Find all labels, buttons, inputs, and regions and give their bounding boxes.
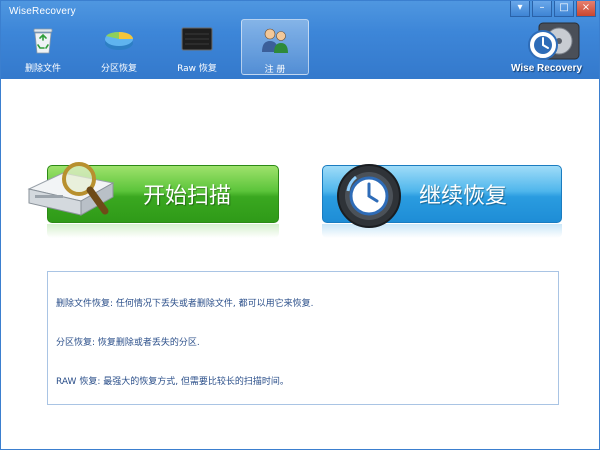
tab-label: 删除文件 [24,64,61,74]
tab-label: 分区恢复 [100,64,137,74]
brand-name: Wise Recovery [511,63,583,74]
tab-deleted-files[interactable]: 删除文件 [9,19,77,75]
close-button[interactable]: × [576,1,596,17]
partition-pie-icon [105,31,133,50]
feature-description-panel: 删除文件恢复: 任何情况下丢失或者删除文件, 都可以用它来恢复. 分区恢复: 恢… [47,271,559,405]
users-register-icon [262,28,288,53]
minimize-button[interactable]: – [532,1,552,17]
resume-recovery-label: 继续恢复 [419,184,508,209]
recycle-bin-icon [33,28,53,54]
drive-magnifier-icon [27,162,115,216]
title-bar: WiseRecovery ▾ – □ × 删除文件 分区恢复 Raw 恢复 注 … [1,1,599,79]
tab-label: Raw 恢复 [177,64,217,74]
maximize-button[interactable]: □ [554,1,574,17]
menu-control-button[interactable]: ▾ [510,1,530,17]
tab-partition-recovery[interactable]: 分区恢复 [85,19,153,75]
description-raw-recovery: RAW 恢复: 最强大的恢复方式, 但需要比较长的扫描时间。 [56,377,289,387]
tab-label: 注 册 [264,65,286,75]
tab-register[interactable]: 注 册 [241,19,309,75]
tab-raw-recovery[interactable]: Raw 恢复 [163,19,231,75]
start-scan-label: 开始扫描 [143,184,232,209]
description-deleted-files: 删除文件恢复: 任何情况下丢失或者删除文件, 都可以用它来恢复. [56,299,314,309]
app-window: WiseRecovery ▾ – □ × 删除文件 分区恢复 Raw 恢复 注 … [0,0,600,450]
description-partition-recovery: 分区恢复: 恢复删除或者丢失的分区. [56,338,200,348]
clock-restore-icon [337,164,401,228]
window-title: WiseRecovery [9,6,76,17]
raw-screen-icon [181,27,213,51]
